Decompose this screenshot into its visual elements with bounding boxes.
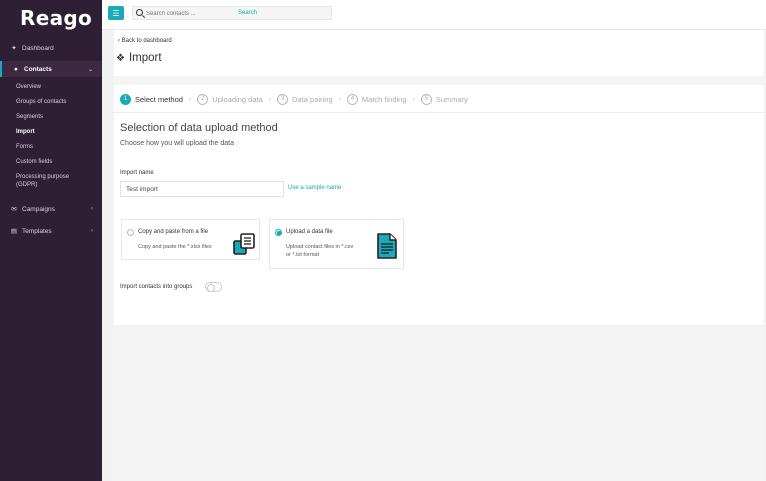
search-input[interactable]	[146, 8, 231, 19]
envelope-icon: ✉	[11, 206, 17, 213]
search-box: Search	[132, 6, 332, 20]
page-title-text: Import	[128, 52, 162, 64]
use-sample-name-link[interactable]: Use a sample name	[288, 185, 341, 191]
option-description: Upload contact files in *.csv	[286, 244, 354, 250]
chevron-left-icon: ‹	[91, 228, 93, 234]
file-document-icon	[377, 233, 397, 259]
chevron-right-icon: ›	[412, 95, 415, 103]
step-uploading-data: 2 Uploading data	[197, 93, 263, 105]
file-icon: ▤	[10, 228, 18, 235]
back-to-dashboard-link[interactable]: ‹ Back to dashboard	[118, 38, 172, 44]
step-label: Summary	[435, 94, 468, 104]
sidebar-subitem-processing-purpose[interactable]: Processing purpose	[16, 173, 69, 181]
sidebar-item-label: Dashboard	[22, 44, 54, 52]
section-subtitle: Choose how you will upload the data	[120, 140, 235, 147]
sidebar-subitem-forms[interactable]: Forms	[16, 143, 33, 151]
import-name-input[interactable]	[120, 181, 284, 197]
search-icon	[136, 9, 143, 16]
import-into-groups-label: Import contacts into groups	[120, 284, 193, 290]
chevron-right-icon: ›	[338, 95, 341, 103]
option-description: or *.txt format	[286, 252, 320, 258]
step-number: 5	[420, 93, 432, 105]
chevron-right-icon: ›	[268, 95, 272, 103]
sidebar-item-templates[interactable]: ▤ Templates ‹	[0, 226, 102, 236]
steps-band	[114, 76, 764, 85]
import-into-groups-toggle[interactable]	[205, 282, 222, 292]
sidebar-subitem-groups[interactable]: Groups of contacts	[16, 98, 66, 106]
chevron-left-icon: ‹	[91, 206, 93, 212]
step-match-finding: 4 Match finding	[346, 93, 407, 105]
step-label: Select method	[135, 94, 183, 104]
chevron-right-icon: ›	[188, 95, 192, 103]
step-number: 1	[120, 93, 131, 105]
sidebar-subitem-gdpr[interactable]: (GDPR)	[16, 181, 37, 189]
step-summary: 5 Summary	[420, 93, 468, 105]
chevron-left-icon: ‹	[118, 38, 120, 44]
sidebar-item-label: Templates	[22, 227, 52, 235]
option-copy-paste[interactable]: Copy and paste from a file Copy and past…	[121, 219, 260, 260]
sidebar-item-label: Contacts	[24, 65, 52, 73]
hamburger-icon: ☰	[112, 8, 120, 18]
sidebar-subitem-overview[interactable]: Overview	[16, 83, 41, 91]
sidebar-item-campaigns[interactable]: ✉ Campaigns ‹	[0, 204, 102, 214]
sidebar-item-contacts[interactable]: ● Contacts ⌄	[0, 61, 102, 77]
search-button[interactable]: Search	[238, 7, 257, 19]
divider	[114, 112, 764, 113]
sidebar-subitem-segments[interactable]: Segments	[16, 113, 43, 121]
step-select-method: 1 Select method	[120, 93, 183, 105]
option-title: Copy and paste from a file	[138, 229, 209, 235]
stepper: 1 Select method › 2 Uploading data › 3 D…	[120, 92, 468, 106]
chevron-down-icon: ⌄	[87, 66, 93, 73]
sidebar-subitem-import[interactable]: Import	[16, 128, 35, 136]
step-number: 2	[197, 93, 209, 105]
sidebar-subitem-custom-fields[interactable]: Custom fields	[16, 158, 52, 166]
logo: Reago	[20, 6, 93, 30]
radio-copy-paste[interactable]	[127, 229, 134, 236]
users-icon: ●	[14, 65, 18, 73]
option-description: Copy and paste the *.xlsx files	[138, 244, 212, 250]
radio-upload-file[interactable]	[275, 229, 282, 236]
pin-icon: ✦	[11, 45, 17, 52]
option-title: Upload a data file	[286, 229, 333, 235]
option-upload-file[interactable]: Upload a data file Upload contact files …	[269, 219, 404, 269]
page-title: ❖ Import	[116, 52, 162, 64]
copy-document-icon	[233, 233, 255, 255]
step-label: Data pairing	[292, 94, 333, 104]
step-data-pairing: 3 Data pairing	[277, 93, 333, 105]
step-number: 4	[346, 93, 358, 105]
topbar: ☰ Search	[102, 0, 766, 30]
back-link-label: Back to dashboard	[121, 38, 172, 44]
lower-panel	[114, 326, 764, 481]
main-panel: ‹ Back to dashboard ❖ Import 1 Select me…	[114, 30, 764, 325]
sidebar: Reago ✦ Dashboard ● Contacts ⌄ Overview …	[0, 0, 102, 481]
step-number: 3	[277, 93, 289, 105]
import-name-label: Import name	[120, 170, 154, 176]
step-label: Match finding	[361, 94, 407, 104]
sidebar-item-dashboard[interactable]: ✦ Dashboard	[0, 43, 102, 53]
step-label: Uploading data	[212, 94, 263, 104]
dropbox-icon: ❖	[116, 52, 125, 64]
sidebar-item-label: Campaigns	[22, 205, 55, 213]
menu-toggle-button[interactable]: ☰	[108, 6, 124, 20]
section-title: Selection of data upload method	[120, 122, 278, 134]
